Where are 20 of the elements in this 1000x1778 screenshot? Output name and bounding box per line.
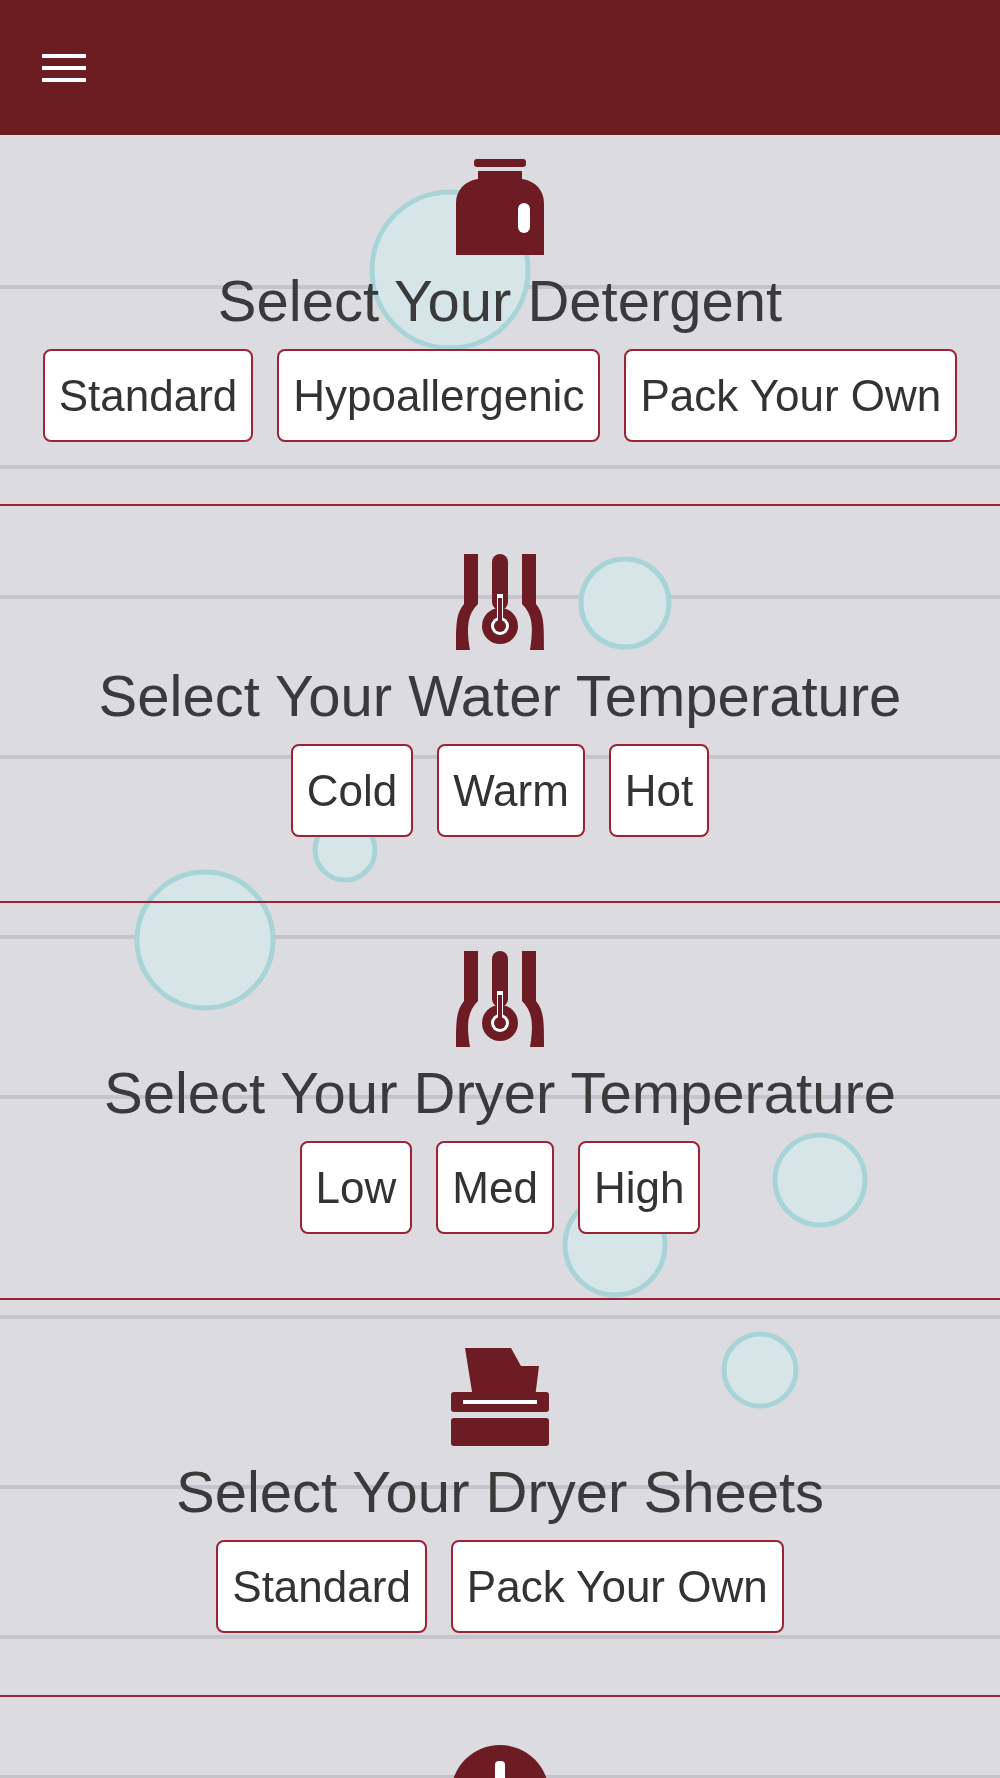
option-button[interactable]: Hot [608, 744, 710, 837]
option-button[interactable]: Warm [437, 744, 585, 837]
thermometer-icon [456, 951, 544, 1047]
option-button[interactable]: Standard [42, 349, 254, 442]
section-title: Select Your Dryer Sheets [176, 1458, 824, 1526]
menu-icon[interactable] [42, 53, 86, 82]
option-button[interactable]: Pack Your Own [450, 1540, 784, 1633]
option-button[interactable]: Low [299, 1141, 413, 1234]
detergent-bottle-icon [456, 159, 544, 255]
tissue-box-icon [451, 1348, 549, 1446]
option-button[interactable]: Standard [216, 1540, 427, 1633]
section-title: Select Your Water Temperature [98, 662, 902, 730]
option-button[interactable]: High [577, 1141, 701, 1234]
option-button[interactable]: Pack Your Own [624, 349, 958, 442]
option-button[interactable]: Hypoallergenic [277, 349, 601, 442]
section-title: Select Your Dryer Temperature [104, 1059, 896, 1127]
section-title: Select Your Detergent [217, 267, 783, 335]
thermometer-icon [456, 554, 544, 650]
option-button[interactable]: Cold [290, 744, 414, 837]
option-button[interactable]: Med [436, 1141, 554, 1234]
